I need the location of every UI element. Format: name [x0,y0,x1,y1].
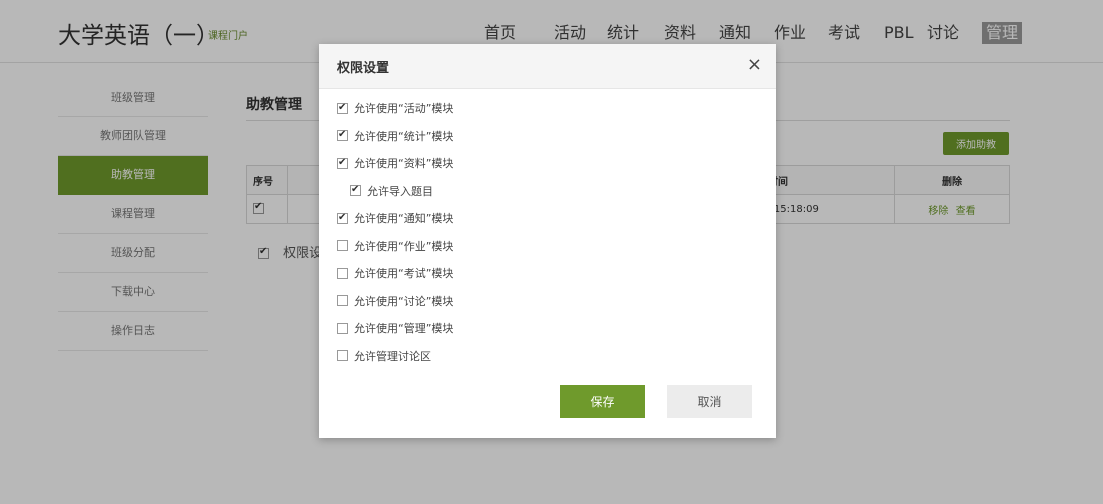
option-label: 允许使用“活动”模块 [354,102,454,115]
option-label: 允许使用“管理”模块 [354,322,454,335]
permission-dialog: 权限设置 × 允许使用“活动”模块 允许使用“统计”模块 允许使用“资料”模块 … [319,44,776,438]
page: 大学英语（一） 课程门户 首页 活动 统计 资料 通知 作业 考试 PBL 讨论… [0,0,1103,504]
checkbox-manage[interactable] [337,322,348,334]
option-import-questions[interactable]: 允许导入题目 [337,183,453,213]
dialog-title: 权限设置 [337,61,390,76]
option-label: 允许导入题目 [367,184,433,198]
checkbox-homework[interactable] [337,240,348,251]
option-manage[interactable]: 允许使用“管理”模块 [337,322,453,350]
dialog-header: 权限设置 × [319,44,776,89]
permission-options: 允许使用“活动”模块 允许使用“统计”模块 允许使用“资料”模块 允许导入题目 … [337,101,454,378]
checkbox-discussion[interactable] [337,295,348,306]
option-label: 允许使用“考试”模块 [354,267,454,280]
option-label: 允许使用“作业”模块 [354,239,454,253]
option-statistics[interactable]: 允许使用“统计”模块 [337,128,454,158]
option-notice[interactable]: 允许使用“通知”模块 [337,211,454,240]
option-label: 允许使用“统计”模块 [354,129,454,143]
checkbox-notice[interactable] [337,211,348,225]
option-label: 允许使用“通知”模块 [354,212,454,225]
checkbox-resources[interactable] [337,156,348,170]
option-label: 允许使用“讨论”模块 [354,294,454,308]
checkbox-import-questions[interactable] [350,183,361,197]
save-button[interactable]: 保存 [560,385,645,418]
option-homework[interactable]: 允许使用“作业”模块 [337,240,453,268]
checkbox-statistics[interactable] [337,128,348,142]
option-discussion[interactable]: 允许使用“讨论”模块 [337,295,453,323]
option-resources[interactable]: 允许使用“资料”模块 [337,156,454,185]
option-label: 允许管理讨论区 [354,349,431,363]
option-label: 允许使用“资料”模块 [354,157,454,170]
cancel-button[interactable]: 取消 [667,385,752,418]
checkbox-exam[interactable] [337,267,348,279]
option-activity[interactable]: 允许使用“活动”模块 [337,101,454,130]
close-icon[interactable]: × [747,53,762,77]
checkbox-manage-forum[interactable] [337,350,348,361]
option-manage-forum[interactable]: 允许管理讨论区 [337,350,453,378]
checkbox-activity[interactable] [337,101,348,115]
option-exam[interactable]: 允许使用“考试”模块 [337,267,453,295]
